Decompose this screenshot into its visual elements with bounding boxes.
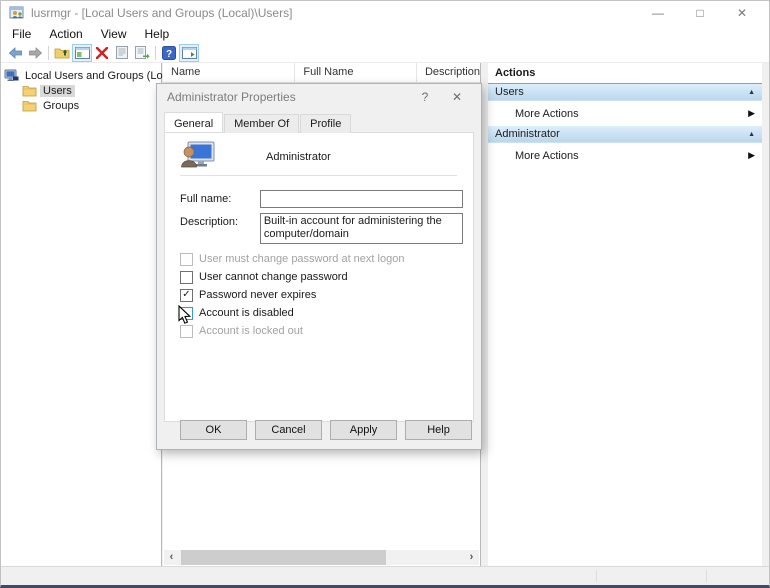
console-tree-panel: Local Users and Groups (Local) Users Gro…: [1, 63, 162, 566]
menu-action[interactable]: Action: [40, 27, 91, 41]
dialog-title: Administrator Properties: [167, 90, 296, 104]
apply-button[interactable]: Apply: [330, 420, 397, 440]
column-header-description[interactable]: Description: [417, 63, 480, 82]
actions-section-users[interactable]: Users ▲: [488, 84, 762, 101]
scrollbar-track[interactable]: [179, 550, 464, 565]
checkbox-box: [180, 325, 193, 338]
general-tab-page: Administrator Full name: Description: Bu…: [164, 132, 474, 422]
description-label: Description:: [180, 213, 260, 244]
column-header-full-name[interactable]: Full Name: [295, 63, 417, 82]
tree-item-users[interactable]: Users: [1, 83, 161, 98]
actions-section-administrator-label: Administrator: [495, 128, 560, 140]
dialog-username: Administrator: [266, 151, 331, 163]
properties-icon[interactable]: [112, 44, 132, 62]
toolbar: ?: [1, 43, 769, 63]
show-action-pane-icon[interactable]: [179, 44, 199, 62]
close-button[interactable]: ✕: [721, 1, 763, 25]
horizontal-scrollbar[interactable]: ‹ ›: [164, 550, 479, 565]
menu-help[interactable]: Help: [136, 27, 179, 41]
up-one-level-icon[interactable]: [52, 44, 72, 62]
tree-item-groups-label: Groups: [40, 100, 82, 112]
administrator-more-actions-label: More Actions: [515, 150, 579, 162]
minimize-button[interactable]: —: [637, 1, 679, 25]
tab-profile[interactable]: Profile: [300, 114, 351, 133]
description-input[interactable]: Built-in account for administering the c…: [260, 213, 463, 244]
user-account-icon: [180, 141, 216, 173]
window-title: lusrmgr - [Local Users and Groups (Local…: [31, 6, 292, 20]
submenu-arrow-icon: ▶: [748, 150, 755, 161]
help-button[interactable]: Help: [405, 420, 472, 440]
actions-section-administrator[interactable]: Administrator ▲: [488, 126, 762, 143]
mouse-cursor: [178, 305, 192, 325]
statusbar-separator: [706, 570, 707, 582]
forward-icon[interactable]: [25, 44, 45, 62]
actions-panel-title: Actions: [488, 63, 762, 84]
list-header: Name Full Name Description: [163, 63, 480, 83]
users-more-actions[interactable]: More Actions ▶: [488, 101, 762, 126]
help-icon[interactable]: ?: [159, 44, 179, 62]
checkbox-account-is-locked-out: Account is locked out: [180, 324, 303, 338]
svg-text:?: ?: [166, 48, 172, 59]
tree-root-local-users-and-groups[interactable]: Local Users and Groups (Local): [1, 68, 161, 83]
status-bar: [1, 566, 769, 585]
toolbar-separator: [155, 46, 156, 60]
full-name-input[interactable]: [260, 190, 463, 208]
checkbox-box-checked[interactable]: ✓: [180, 289, 193, 302]
column-header-name[interactable]: Name: [163, 63, 295, 82]
actions-panel: Actions Users ▲ More Actions ▶ Administr…: [488, 63, 762, 566]
folder-icon: [22, 99, 37, 112]
checkbox-user-cannot-change-password[interactable]: User cannot change password: [180, 270, 348, 284]
checkbox-box: [180, 253, 193, 266]
tree-item-users-label: Users: [40, 85, 75, 97]
checkbox-account-is-disabled[interactable]: Account is disabled: [180, 306, 294, 320]
app-icon: [9, 5, 25, 21]
scroll-left-arrow[interactable]: ‹: [164, 550, 179, 565]
checkbox-user-must-change-password: User must change password at next logon: [180, 252, 404, 266]
dialog-titlebar: Administrator Properties ? ✕: [157, 84, 481, 110]
back-icon[interactable]: [5, 44, 25, 62]
folder-icon: [22, 84, 37, 97]
toolbar-separator: [48, 46, 49, 60]
menu-view[interactable]: View: [92, 27, 136, 41]
lusrmgr-window: lusrmgr - [Local Users and Groups (Local…: [0, 0, 770, 588]
checkbox-password-never-expires[interactable]: ✓ Password never expires: [180, 288, 316, 302]
show-console-tree-icon[interactable]: [72, 44, 92, 62]
cancel-button[interactable]: Cancel: [255, 420, 322, 440]
collapse-icon[interactable]: ▲: [748, 89, 755, 96]
delete-icon[interactable]: [92, 44, 112, 62]
scrollbar-thumb[interactable]: [181, 550, 386, 565]
dialog-button-row: OK Cancel Apply Help: [180, 420, 472, 440]
full-name-label: Full name:: [180, 190, 260, 208]
maximize-button[interactable]: □: [679, 1, 721, 25]
actions-section-users-label: Users: [495, 86, 524, 98]
administrator-properties-dialog: Administrator Properties ? ✕ General Mem…: [156, 83, 482, 450]
tab-general[interactable]: General: [164, 112, 223, 132]
dialog-help-button[interactable]: ?: [409, 90, 441, 104]
checkbox-box[interactable]: [180, 271, 193, 284]
dialog-tabs: General Member Of Profile: [157, 114, 481, 133]
menu-bar: File Action View Help: [1, 25, 769, 43]
computer-icon: [4, 69, 19, 82]
users-more-actions-label: More Actions: [515, 108, 579, 120]
window-titlebar: lusrmgr - [Local Users and Groups (Local…: [1, 1, 769, 25]
statusbar-separator: [596, 570, 597, 582]
menu-file[interactable]: File: [3, 27, 40, 41]
tree-root-label: Local Users and Groups (Local): [22, 70, 183, 82]
submenu-arrow-icon: ▶: [748, 108, 755, 119]
administrator-more-actions[interactable]: More Actions ▶: [488, 143, 762, 168]
collapse-icon[interactable]: ▲: [748, 131, 755, 138]
scroll-right-arrow[interactable]: ›: [464, 550, 479, 565]
export-list-icon[interactable]: [132, 44, 152, 62]
tab-member-of[interactable]: Member Of: [224, 114, 299, 133]
ok-button[interactable]: OK: [180, 420, 247, 440]
divider: [180, 175, 457, 176]
dialog-close-button[interactable]: ✕: [441, 90, 473, 104]
tree-item-groups[interactable]: Groups: [1, 98, 161, 113]
